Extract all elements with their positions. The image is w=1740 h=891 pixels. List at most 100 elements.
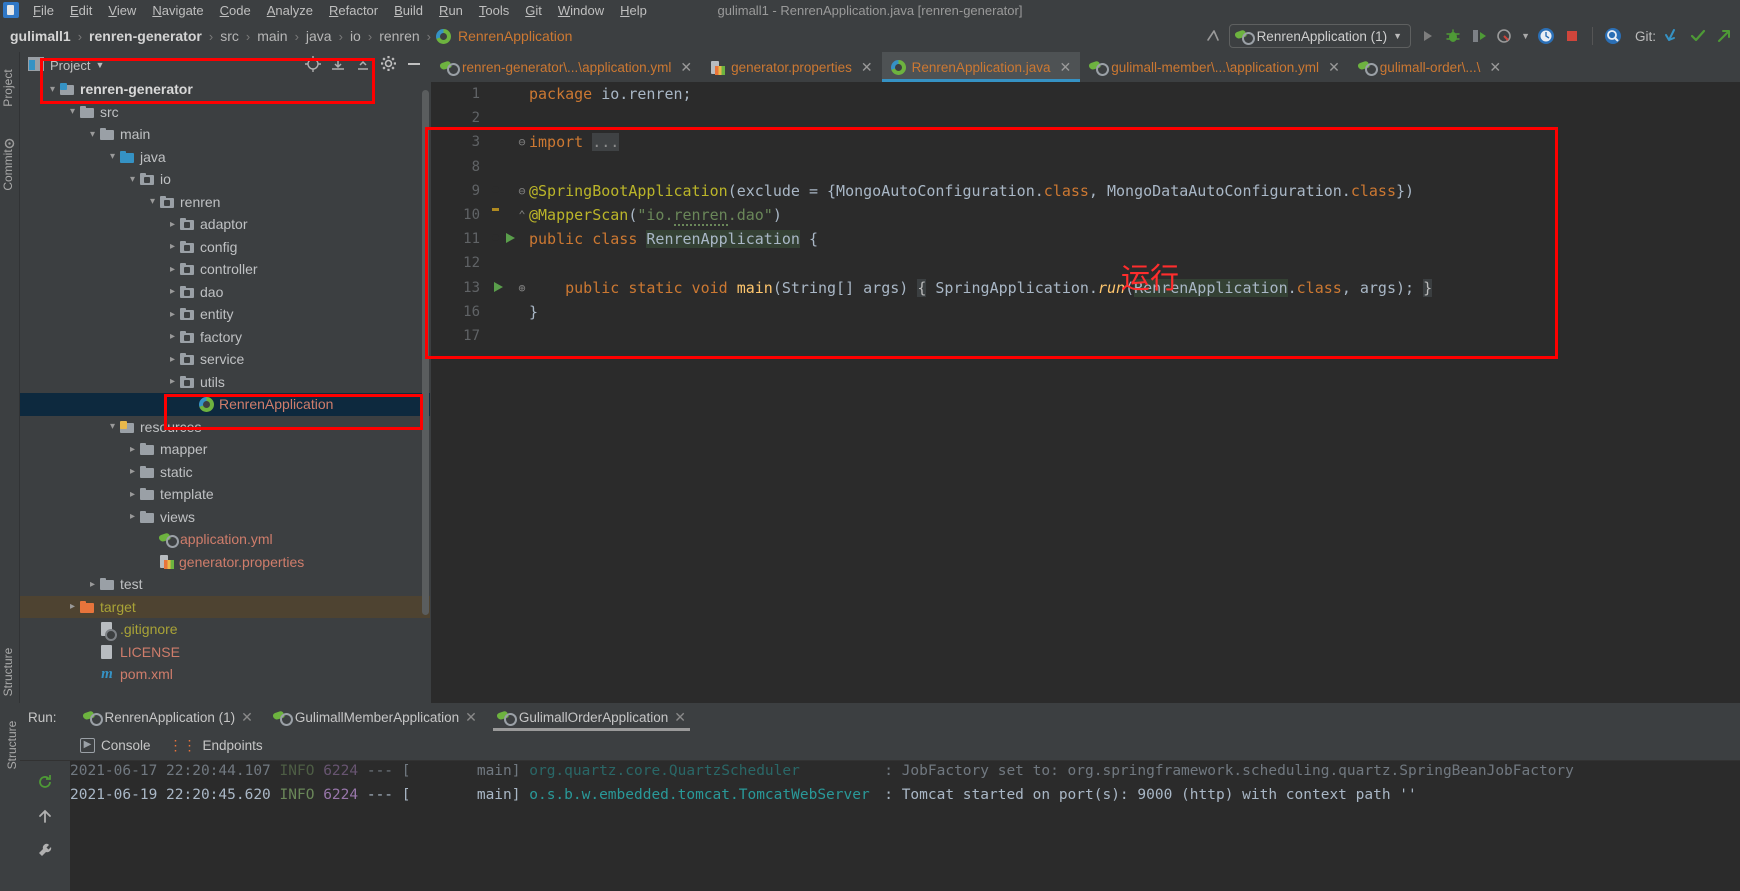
code-editor[interactable]: 1 package io.renren; 2 3 ⊖ import ... 8 9 ⊖ @Spri…	[431, 82, 1740, 703]
tree-node-views[interactable]: ▸ views	[20, 506, 430, 529]
chevron-right-icon[interactable]: ▸	[126, 511, 139, 522]
tree-node-resources[interactable]: ▾ resources	[20, 416, 430, 439]
tree-node-renren[interactable]: ▾ renren	[20, 191, 430, 214]
chevron-down-icon[interactable]: ▾	[146, 196, 159, 207]
tree-node-renrenapplication[interactable]: RenrenApplication	[20, 393, 430, 416]
chevron-down-icon[interactable]: ▾	[126, 174, 139, 185]
fold-toggle-icon[interactable]: ⊕	[515, 281, 529, 295]
breadcrumb-item-renren[interactable]: renren	[377, 28, 421, 44]
chevron-right-icon[interactable]: ▸	[166, 354, 179, 365]
tree-node-pom-xml[interactable]: m pom.xml	[20, 663, 430, 686]
hide-minus-icon[interactable]	[406, 56, 422, 75]
run-method-icon[interactable]	[494, 281, 503, 292]
chevron-down-icon[interactable]: ▾	[86, 129, 99, 140]
sidebar-item-structure-bottom[interactable]: Structure	[5, 715, 19, 775]
git-commit-checkmark-icon[interactable]	[1688, 26, 1708, 46]
tree-node-service[interactable]: ▸ service	[20, 348, 430, 371]
git-update-project-icon[interactable]	[1662, 26, 1682, 46]
tree-node-static[interactable]: ▸ static	[20, 461, 430, 484]
locate-target-icon[interactable]	[305, 55, 321, 75]
close-icon[interactable]: ✕	[241, 709, 253, 726]
code-line[interactable]: 13 ⊕ public static void main(String[] arg…	[431, 276, 1740, 300]
tree-node-entity[interactable]: ▸ entity	[20, 303, 430, 326]
menu-item-window[interactable]: Window	[550, 3, 612, 18]
run-tab-gulimallmemberapplication[interactable]: GulimallMemberApplication ✕	[263, 703, 487, 731]
tab-console[interactable]: ▶ Console	[80, 738, 151, 753]
menu-item-help[interactable]: Help	[612, 3, 655, 18]
code-line[interactable]: 1 package io.renren;	[431, 82, 1740, 106]
error-stripe-gutter[interactable]	[1728, 82, 1740, 703]
chevron-right-icon[interactable]: ▸	[126, 466, 139, 477]
menu-item-analyze[interactable]: Analyze	[259, 3, 321, 18]
breadcrumb-item-main[interactable]: main	[255, 28, 289, 44]
fold-toggle-icon[interactable]: ⌃	[515, 208, 529, 222]
tree-node-renren-generator[interactable]: ▾ renren-generator	[20, 78, 430, 101]
editor-tab-renren-generator-----application-yml[interactable]: renren-generator\...\application.yml ✕	[431, 52, 701, 82]
close-icon[interactable]: ✕	[680, 59, 692, 76]
run-tab-gulimallorderapplication[interactable]: GulimallOrderApplication ✕	[487, 703, 696, 731]
breadcrumb[interactable]: gulimall1 › renren-generator › src › main › java…	[8, 28, 574, 44]
tree-node-dao[interactable]: ▸ dao	[20, 281, 430, 304]
code-line[interactable]: 9 ⊖ @SpringBootApplication(exclude = {Mong…	[431, 179, 1740, 203]
chevron-right-icon[interactable]: ▸	[166, 241, 179, 252]
menu-item-tools[interactable]: Tools	[471, 3, 517, 18]
menu-item-view[interactable]: View	[100, 3, 144, 18]
sidebar-item-structure[interactable]: Structure	[1, 638, 21, 706]
tree-node-license[interactable]: LICENSE	[20, 641, 430, 664]
fold-toggle-icon[interactable]: ⊖	[515, 184, 529, 198]
tree-node-factory[interactable]: ▸ factory	[20, 326, 430, 349]
chevron-down-icon[interactable]: ▼	[1393, 31, 1402, 41]
run-tab-bar[interactable]: Run: RenrenApplication (1) ✕ GulimallMembe…	[20, 703, 1740, 731]
close-icon[interactable]: ✕	[1328, 59, 1340, 76]
code-line[interactable]: 12	[431, 251, 1740, 275]
editor-tab-generator-properties[interactable]: generator.properties ✕	[701, 52, 882, 82]
editor-tab-gulimall-member-----application-yml[interactable]: gulimall-member\...\application.yml ✕	[1080, 52, 1349, 82]
run-subtab-bar[interactable]: ▶ Console ⋮⋮ Endpoints	[20, 731, 1740, 761]
chevron-right-icon[interactable]: ▸	[126, 444, 139, 455]
breadcrumb-item-src[interactable]: src	[218, 28, 241, 44]
run-with-coverage-icon[interactable]	[1469, 26, 1489, 46]
close-icon[interactable]: ✕	[465, 709, 477, 726]
favorites-icon[interactable]	[3, 137, 16, 155]
tab-endpoints[interactable]: ⋮⋮ Endpoints	[169, 737, 263, 754]
close-icon[interactable]: ✕	[861, 59, 873, 76]
code-line[interactable]: 2	[431, 106, 1740, 130]
menu-item-file[interactable]: File	[25, 3, 62, 18]
sidebar-item-project[interactable]: Project	[1, 60, 21, 116]
chevron-right-icon[interactable]: ▸	[166, 286, 179, 297]
git-push-arrow-icon[interactable]	[1714, 26, 1734, 46]
chevron-right-icon[interactable]: ▸	[166, 219, 179, 230]
tree-node-io[interactable]: ▾ io	[20, 168, 430, 191]
menu-bar[interactable]: File Edit View Navigate Code Analyze Refactor B…	[25, 3, 655, 18]
breadcrumb-item-renren-generator[interactable]: renren-generator	[87, 28, 204, 44]
tree-node-controller[interactable]: ▸ controller	[20, 258, 430, 281]
menu-item-run[interactable]: Run	[431, 3, 471, 18]
scroll-up-icon[interactable]	[34, 807, 56, 829]
run-tab-renrenapplication--1-[interactable]: RenrenApplication (1) ✕	[73, 703, 263, 731]
tree-node--gitignore[interactable]: .gitignore	[20, 618, 430, 642]
project-tree-scrollbar[interactable]	[422, 90, 429, 615]
search-everywhere-icon[interactable]	[1603, 26, 1623, 46]
tree-node-adaptor[interactable]: ▸ adaptor	[20, 213, 430, 236]
chevron-down-icon[interactable]: ▾	[106, 421, 119, 432]
run-class-icon[interactable]	[506, 233, 515, 244]
editor-tab-renrenapplication-java[interactable]: RenrenApplication.java ✕	[881, 52, 1081, 82]
gear-icon[interactable]	[380, 55, 397, 75]
tree-node-java[interactable]: ▾ java	[20, 146, 430, 169]
menu-item-navigate[interactable]: Navigate	[144, 3, 211, 18]
expand-all-icon[interactable]	[330, 56, 346, 75]
tree-node-src[interactable]: ▾ src	[20, 101, 430, 124]
editor-tab-gulimall-order-----[interactable]: gulimall-order\...\ ✕	[1349, 52, 1510, 82]
debug-bug-icon[interactable]	[1443, 26, 1463, 46]
tree-node-utils[interactable]: ▸ utils	[20, 371, 430, 394]
menu-item-build[interactable]: Build	[386, 3, 431, 18]
breadcrumb-item-java[interactable]: java	[304, 28, 334, 44]
wrench-icon[interactable]	[34, 841, 56, 863]
tree-node-generator-properties[interactable]: generator.properties	[20, 551, 430, 574]
menu-item-git[interactable]: Git	[517, 3, 550, 18]
chevron-down-icon[interactable]: ▾	[106, 151, 119, 162]
update-running-app-icon[interactable]	[1536, 26, 1556, 46]
tree-node-mapper[interactable]: ▸ mapper	[20, 438, 430, 461]
chevron-down-icon[interactable]: ▼	[1521, 31, 1530, 41]
chevron-right-icon[interactable]: ▸	[126, 489, 139, 500]
